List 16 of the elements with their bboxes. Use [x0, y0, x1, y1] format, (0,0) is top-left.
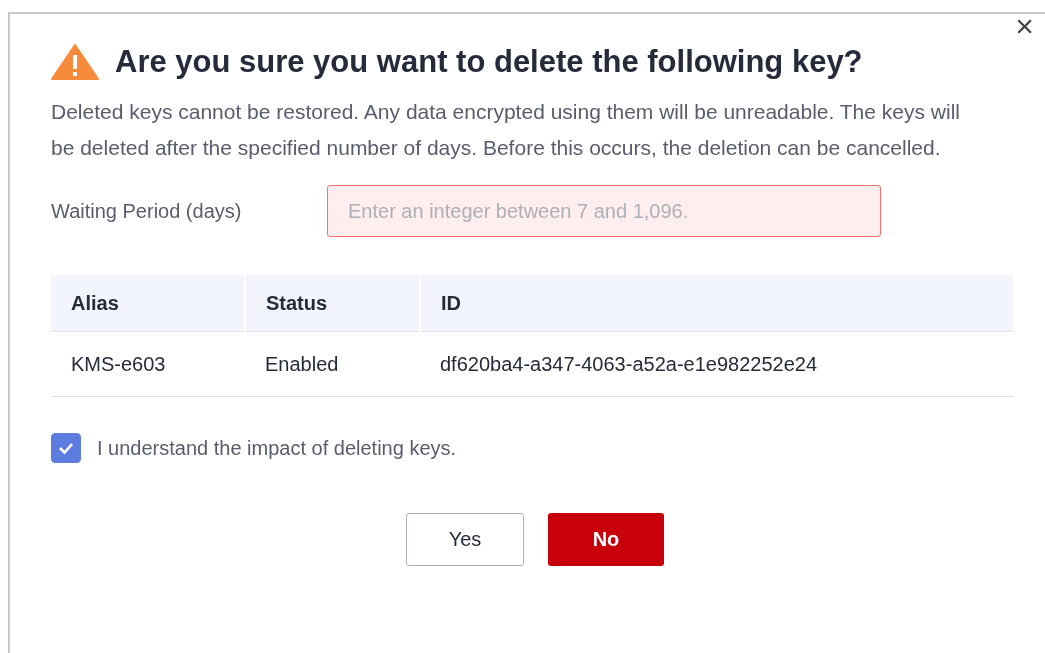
input-field[interactable]: Enter an integer between 7 and 1,096. — [327, 185, 881, 237]
table-cell: KMS-e603 — [51, 331, 245, 397]
dialog-title: Are you sure you want to delete the following key? — [115, 44, 863, 80]
warning-message: Deleted keys cannot be restored. Any data encrypted using them will be unreadable. The keys will be deleted after the specified number of days. Before this occurs, the deletion can be cancelled. — [51, 99, 961, 161]
checkbox[interactable] — [51, 433, 81, 463]
column-header: Alias — [51, 275, 245, 332]
field-label: Waiting Period (days) — [51, 199, 243, 223]
checkbox-label: I understand the impact of deleting keys. — [97, 436, 457, 460]
column-header: Status — [245, 275, 420, 332]
secondary-button[interactable]: Yes — [406, 513, 524, 566]
warning-icon — [51, 44, 99, 80]
close-button[interactable]: × — [1015, 12, 1034, 40]
column-header: ID — [420, 275, 1014, 332]
table-cell: df620ba4-a347-4063-a52a-e1e982252e24 — [420, 331, 1014, 397]
primary-button[interactable]: No — [548, 513, 664, 566]
table-cell: Enabled — [245, 331, 420, 397]
